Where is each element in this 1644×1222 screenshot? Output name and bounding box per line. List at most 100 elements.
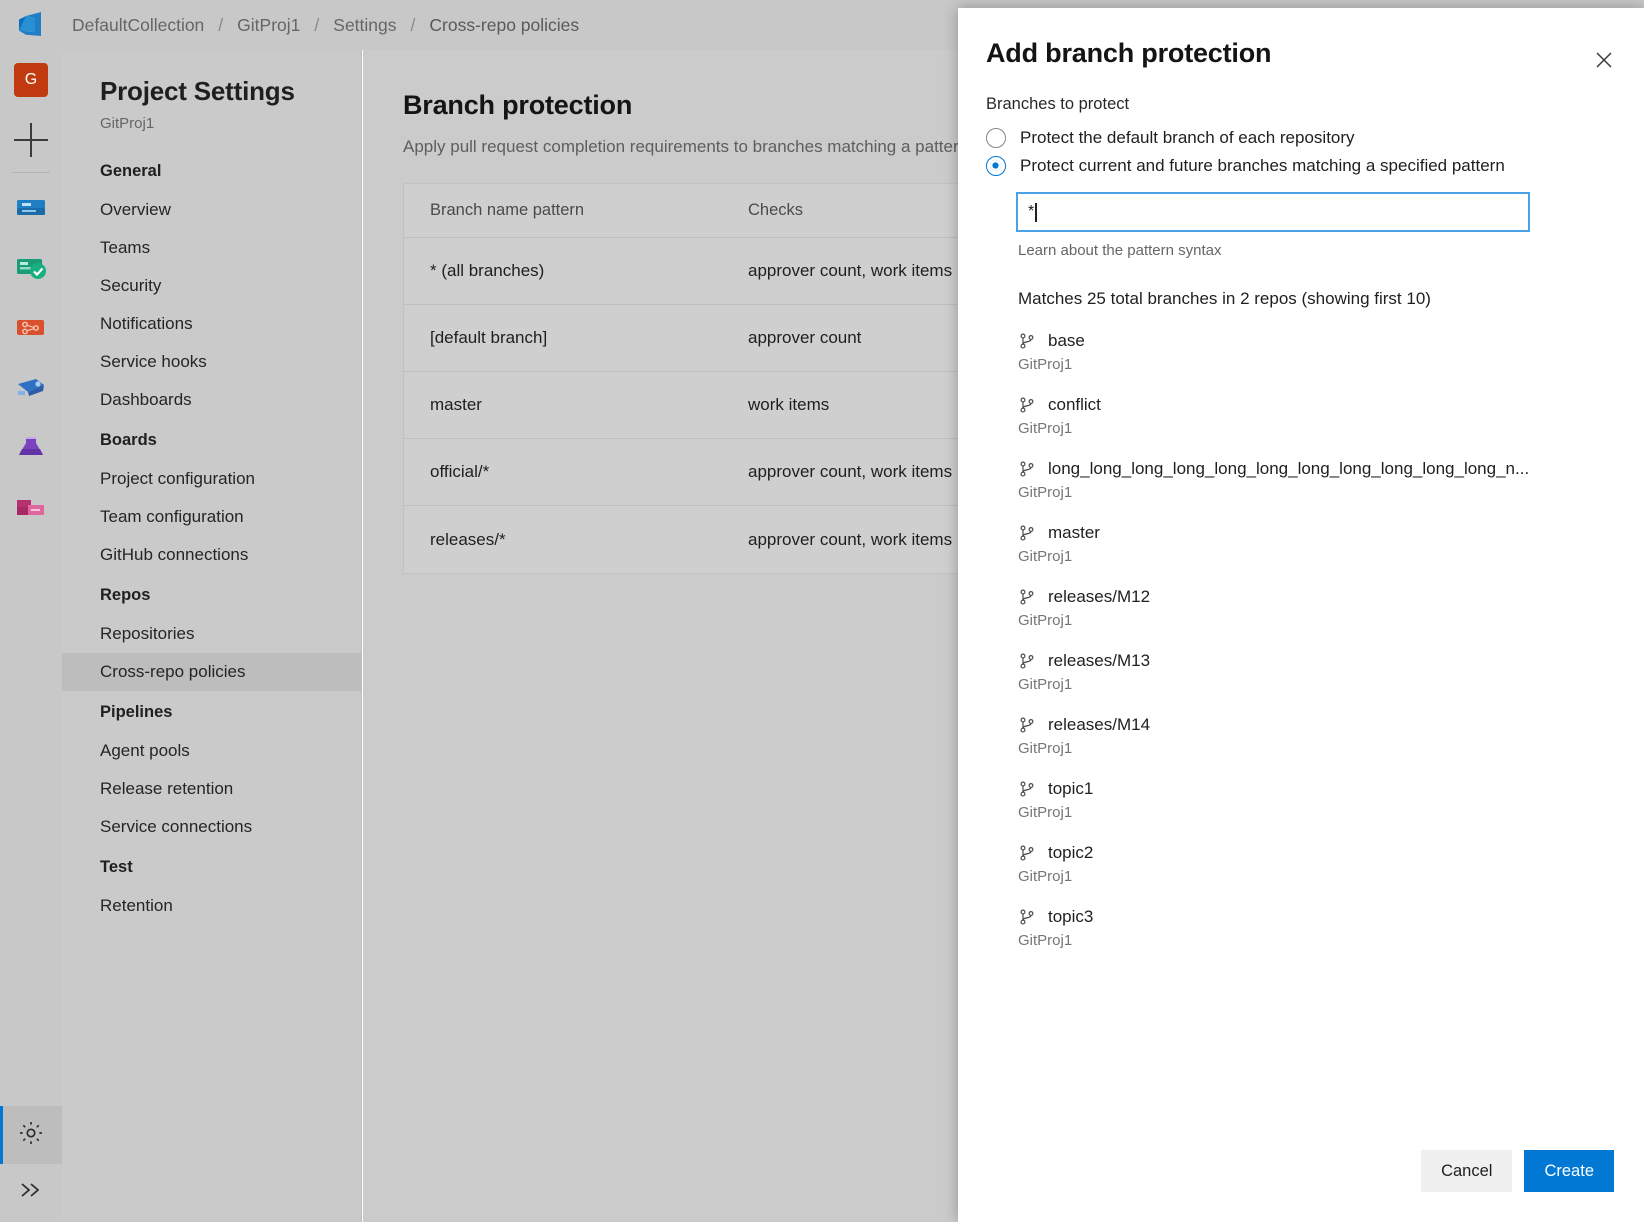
rail-divider: [12, 172, 50, 173]
branch-repo: GitProj1: [1018, 420, 1616, 437]
overview-nav-button[interactable]: [0, 179, 62, 239]
pattern-syntax-link[interactable]: Learn about the pattern syntax: [1018, 242, 1616, 259]
nav-group-general: General: [62, 150, 361, 191]
project-avatar-button[interactable]: G: [0, 50, 62, 110]
sidebar-item-security[interactable]: Security: [62, 267, 361, 305]
breadcrumb-separator: /: [206, 15, 235, 36]
sidebar-item-notifications[interactable]: Notifications: [62, 305, 361, 343]
branch-name: releases/M12: [1048, 587, 1150, 607]
sidebar-item-service-connections[interactable]: Service connections: [62, 808, 361, 846]
matches-summary: Matches 25 total branches in 2 repos (sh…: [1018, 289, 1616, 309]
list-item: topic1 GitProj1: [1018, 779, 1616, 821]
branch-repo: GitProj1: [1018, 868, 1616, 885]
sidebar-item-github-connections[interactable]: GitHub connections: [62, 536, 361, 574]
branch-repo: GitProj1: [1018, 676, 1616, 693]
settings-nav-subtitle: GitProj1: [62, 111, 361, 150]
add-branch-protection-dialog: Add branch protection Branches to protec…: [958, 8, 1644, 1222]
matched-branch-list: base GitProj1 conflict Git: [1018, 331, 1616, 949]
close-icon: [1592, 48, 1616, 77]
cell-branch-pattern: * (all branches): [430, 261, 748, 281]
sidebar-item-release-retention[interactable]: Release retention: [62, 770, 361, 808]
branch-name-row: releases/M13: [1018, 651, 1538, 671]
test-plans-nav-button[interactable]: [0, 419, 62, 479]
branch-name-row: topic1: [1018, 779, 1538, 799]
cancel-button[interactable]: Cancel: [1421, 1150, 1512, 1192]
dialog-body: Branches to protect Protect the default …: [958, 69, 1644, 1150]
cell-branch-pattern: official/*: [430, 462, 748, 482]
dialog-header: Add branch protection: [958, 8, 1644, 69]
list-item: conflict GitProj1: [1018, 395, 1616, 437]
close-button[interactable]: [1586, 44, 1622, 80]
git-branch-icon: [1018, 651, 1036, 671]
branch-name: topic2: [1048, 843, 1093, 863]
git-branch-icon: [1018, 459, 1036, 479]
nav-group-test: Test: [62, 846, 361, 887]
list-item: releases/M14 GitProj1: [1018, 715, 1616, 757]
branch-name: releases/M14: [1048, 715, 1150, 735]
list-item: releases/M12 GitProj1: [1018, 587, 1616, 629]
branch-repo: GitProj1: [1018, 932, 1616, 949]
sidebar-item-agent-pools[interactable]: Agent pools: [62, 732, 361, 770]
artifacts-icon: [14, 492, 48, 527]
list-item: topic2 GitProj1: [1018, 843, 1616, 885]
breadcrumb-item-project[interactable]: GitProj1: [235, 15, 302, 36]
cell-branch-pattern: master: [430, 395, 748, 415]
breadcrumb-separator: /: [302, 15, 331, 36]
breadcrumb: DefaultCollection / GitProj1 / Settings …: [70, 15, 581, 36]
dialog-footer: Cancel Create: [958, 1150, 1644, 1222]
radio-protect-pattern[interactable]: Protect current and future branches matc…: [986, 156, 1616, 176]
sidebar-item-service-hooks[interactable]: Service hooks: [62, 343, 361, 381]
artifacts-nav-button[interactable]: [0, 479, 62, 539]
radio-indicator-selected: [986, 156, 1006, 176]
branch-name-row: conflict: [1018, 395, 1538, 415]
test-plans-icon: [14, 432, 48, 467]
sidebar-item-repositories[interactable]: Repositories: [62, 615, 361, 653]
branch-name-row: master: [1018, 523, 1538, 543]
boards-nav-button[interactable]: [0, 239, 62, 299]
create-new-button[interactable]: [0, 110, 62, 170]
git-branch-icon: [1018, 395, 1036, 415]
branch-name: topic3: [1048, 907, 1093, 927]
app-root: Branch protection Apply pull request com…: [0, 0, 1644, 1222]
project-settings-gear-button[interactable]: [0, 1106, 62, 1164]
breadcrumb-item-current: Cross-repo policies: [427, 15, 581, 36]
git-branch-icon: [1018, 587, 1036, 607]
gear-icon: [17, 1119, 45, 1152]
list-item: topic3 GitProj1: [1018, 907, 1616, 949]
branch-name: master: [1048, 523, 1100, 543]
nav-group-repos: Repos: [62, 574, 361, 615]
azure-devops-logo[interactable]: [0, 0, 62, 50]
branch-repo: GitProj1: [1018, 740, 1616, 757]
expand-rail-button[interactable]: [0, 1164, 62, 1222]
pipelines-nav-button[interactable]: [0, 359, 62, 419]
radio-protect-default-branch[interactable]: Protect the default branch of each repos…: [986, 128, 1616, 148]
plus-icon: [14, 123, 48, 157]
branches-to-protect-label: Branches to protect: [986, 95, 1616, 114]
git-branch-icon: [1018, 843, 1036, 863]
sidebar-item-team-configuration[interactable]: Team configuration: [62, 498, 361, 536]
radio-label: Protect the default branch of each repos…: [1020, 128, 1355, 148]
sidebar-item-cross-repo-policies[interactable]: Cross-repo policies: [62, 653, 361, 691]
branch-name-row: long_long_long_long_long_long_long_long_…: [1018, 459, 1538, 479]
list-item: base GitProj1: [1018, 331, 1616, 373]
repos-icon: [14, 312, 48, 347]
repos-nav-button[interactable]: [0, 299, 62, 359]
pipelines-icon: [14, 372, 48, 407]
branch-repo: GitProj1: [1018, 484, 1616, 501]
breadcrumb-item-collection[interactable]: DefaultCollection: [70, 15, 206, 36]
git-branch-icon: [1018, 715, 1036, 735]
branch-pattern-input[interactable]: *: [1016, 192, 1530, 232]
sidebar-item-teams[interactable]: Teams: [62, 229, 361, 267]
breadcrumb-item-settings[interactable]: Settings: [331, 15, 398, 36]
branch-repo: GitProj1: [1018, 612, 1616, 629]
sidebar-item-retention[interactable]: Retention: [62, 887, 361, 925]
sidebar-item-overview[interactable]: Overview: [62, 191, 361, 229]
overview-icon: [14, 192, 48, 227]
create-button[interactable]: Create: [1524, 1150, 1614, 1192]
git-branch-icon: [1018, 907, 1036, 927]
git-branch-icon: [1018, 523, 1036, 543]
dialog-title: Add branch protection: [986, 38, 1612, 69]
sidebar-item-dashboards[interactable]: Dashboards: [62, 381, 361, 419]
sidebar-item-project-configuration[interactable]: Project configuration: [62, 460, 361, 498]
boards-icon: [14, 252, 48, 287]
